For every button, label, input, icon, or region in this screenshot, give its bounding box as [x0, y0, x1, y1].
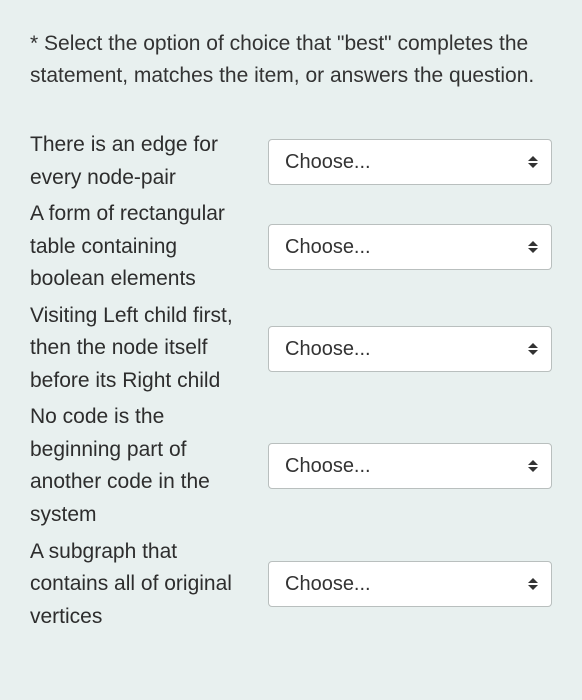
prompt-text: No code is the beginning part of another… — [30, 401, 252, 531]
prompt-text: There is an edge for every node-pair — [30, 129, 252, 194]
match-row: There is an edge for every node-pair Cho… — [30, 129, 552, 194]
select-wrap: Choose... — [268, 561, 552, 607]
match-row: No code is the beginning part of another… — [30, 401, 552, 531]
match-row: A subgraph that contains all of original… — [30, 536, 552, 634]
answer-select[interactable]: Choose... — [268, 326, 552, 372]
prompt-text: A form of rectangular table containing b… — [30, 198, 252, 296]
select-wrap: Choose... — [268, 224, 552, 270]
select-wrap: Choose... — [268, 139, 552, 185]
answer-select[interactable]: Choose... — [268, 224, 552, 270]
match-row: Visiting Left child first, then the node… — [30, 300, 552, 398]
prompt-text: Visiting Left child first, then the node… — [30, 300, 252, 398]
prompt-text: A subgraph that contains all of original… — [30, 536, 252, 634]
instruction-text: * Select the option of choice that "best… — [30, 28, 552, 91]
match-row: A form of rectangular table containing b… — [30, 198, 552, 296]
answer-select[interactable]: Choose... — [268, 443, 552, 489]
answer-select[interactable]: Choose... — [268, 561, 552, 607]
answer-select[interactable]: Choose... — [268, 139, 552, 185]
matching-rows: There is an edge for every node-pair Cho… — [30, 129, 552, 637]
select-wrap: Choose... — [268, 326, 552, 372]
select-wrap: Choose... — [268, 443, 552, 489]
